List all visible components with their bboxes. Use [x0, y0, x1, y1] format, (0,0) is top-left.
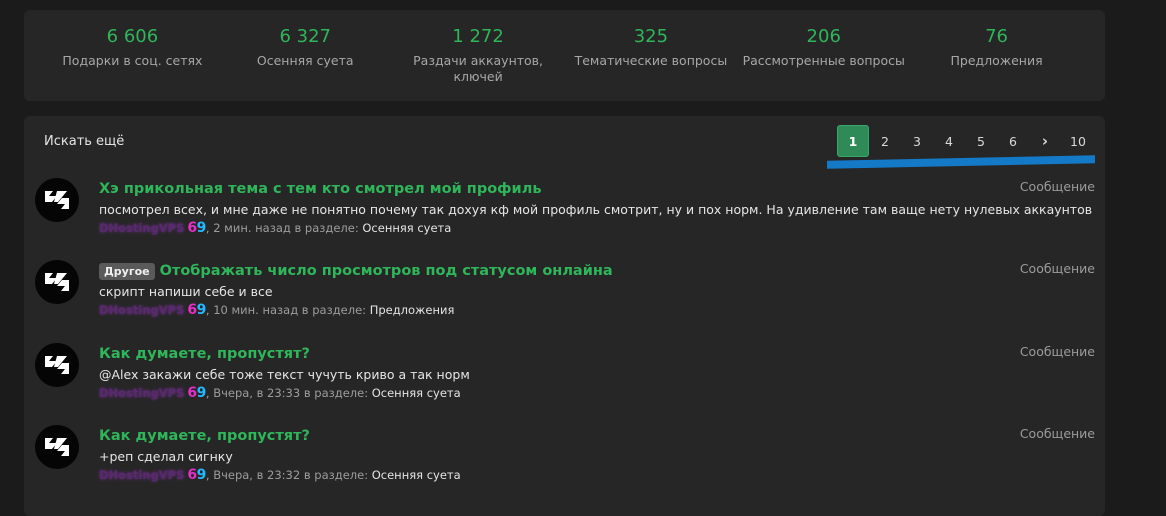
post-title-link[interactable]: Отображать число просмотров под статусом… — [160, 263, 613, 279]
avatar[interactable] — [35, 260, 79, 304]
post-meta: DHostingVPS 69 , Вчера, в 23:33 в раздел… — [99, 385, 461, 401]
stat-item[interactable]: 76 Предложения — [910, 10, 1083, 101]
logo-icon — [45, 356, 69, 374]
page-1-button[interactable]: 1 — [837, 125, 869, 157]
badge-digit: 6 — [187, 302, 197, 318]
badge-digit: 6 — [187, 467, 197, 483]
stat-label: Раздачи аккаунтов, ключей — [413, 53, 544, 84]
page-2-button[interactable]: 2 — [869, 125, 901, 157]
list-item: Как думаете, пропустят? @Alex закажи себ… — [24, 343, 1105, 423]
post-meta: DHostingVPS 69 , 2 мин. назад в разделе:… — [99, 220, 451, 236]
author-link[interactable]: DHostingVPS — [99, 386, 184, 400]
content-type-label: Сообщение — [1019, 344, 1095, 359]
stat-item[interactable]: 325 Тематические вопросы — [564, 10, 737, 101]
user-badge: 69 — [187, 302, 206, 318]
page-6-button[interactable]: 6 — [997, 125, 1029, 157]
post-title-link[interactable]: Как думаете, пропустят? — [99, 346, 310, 362]
avatar[interactable] — [35, 425, 79, 469]
post-snippet: @Alex закажи себе тоже текст чучуть крив… — [99, 367, 470, 382]
user-badge: 69 — [187, 467, 206, 483]
list-item: Другое Отображать число просмотров под с… — [24, 260, 1105, 340]
badge-digit: 9 — [196, 220, 207, 236]
stat-label: Предложения — [950, 53, 1043, 68]
page-4-button[interactable]: 4 — [933, 125, 965, 157]
search-more-link[interactable]: Искать ещё — [44, 134, 124, 149]
prefix-tag[interactable]: Другое — [99, 262, 155, 280]
post-title-line: Как думаете, пропустят? — [99, 425, 310, 447]
last-page-button[interactable]: 10 — [1061, 125, 1095, 157]
author-link[interactable]: DHostingVPS — [99, 221, 184, 235]
stat-count: 1 272 — [452, 26, 504, 47]
search-results-panel: Искать ещё 1 2 3 4 5 6 › 10 Хэ прикольна… — [24, 116, 1105, 516]
logo-icon — [45, 273, 69, 291]
stat-count: 325 — [633, 26, 669, 47]
stat-label: Подарки в соц. сетях — [62, 53, 203, 68]
post-snippet: +реп сделал сигнку — [99, 449, 233, 464]
stat-item[interactable]: 6 606 Подарки в соц. сетях — [46, 10, 219, 101]
post-time: , Вчера, в 23:32 в разделе: — [205, 468, 372, 482]
logo-icon — [45, 438, 69, 456]
list-item: Хэ прикольная тема с тем кто смотрел мой… — [24, 178, 1105, 258]
badge-digit: 9 — [196, 385, 207, 401]
stat-item[interactable]: 206 Рассмотренные вопросы — [737, 10, 910, 101]
stat-item[interactable]: 6 327 Осенняя суета — [219, 10, 392, 101]
badge-digit: 6 — [187, 220, 197, 236]
post-title-line: Как думаете, пропустят? — [99, 343, 310, 365]
pagination: 1 2 3 4 5 6 › 10 — [837, 125, 1095, 157]
author-link[interactable]: DHostingVPS — [99, 303, 184, 317]
section-link[interactable]: Предложения — [370, 303, 455, 317]
content-type-label: Сообщение — [1019, 426, 1095, 441]
post-meta: DHostingVPS 69 , 10 мин. назад в разделе… — [99, 302, 454, 318]
section-link[interactable]: Осенняя суета — [372, 386, 461, 400]
content-type-label: Сообщение — [1019, 179, 1095, 194]
post-snippet: посмотрел всех, и мне даже не понятно по… — [99, 202, 1093, 217]
page-3-button[interactable]: 3 — [901, 125, 933, 157]
badge-digit: 9 — [196, 467, 207, 483]
author-link[interactable]: DHostingVPS — [99, 468, 184, 482]
stat-count: 76 — [985, 26, 1008, 47]
avatar[interactable] — [35, 178, 79, 222]
stat-label: Тематические вопросы — [574, 53, 728, 68]
stat-count: 6 327 — [279, 26, 331, 47]
post-time: , Вчера, в 23:33 в разделе: — [205, 386, 372, 400]
stats-bar: 6 606 Подарки в соц. сетях 6 327 Осенняя… — [24, 10, 1105, 101]
post-snippet: скрипт напиши себе и все — [99, 284, 273, 299]
badge-digit: 9 — [196, 302, 207, 318]
avatar[interactable] — [35, 343, 79, 387]
list-item: Как думаете, пропустят? +реп сделал сигн… — [24, 425, 1105, 505]
section-link[interactable]: Осенняя суета — [362, 221, 451, 235]
post-time: , 10 мин. назад в разделе: — [205, 303, 370, 317]
badge-digit: 6 — [187, 385, 197, 401]
content-type-label: Сообщение — [1019, 261, 1095, 276]
logo-icon — [45, 191, 69, 209]
post-title-link[interactable]: Хэ прикольная тема с тем кто смотрел мой… — [99, 181, 542, 197]
stat-count: 206 — [806, 26, 841, 47]
next-page-chevron-icon[interactable]: › — [1029, 125, 1061, 157]
post-title-link[interactable]: Как думаете, пропустят? — [99, 428, 310, 444]
post-time: , 2 мин. назад в разделе: — [205, 221, 363, 235]
post-meta: DHostingVPS 69 , Вчера, в 23:32 в раздел… — [99, 467, 461, 483]
stat-count: 6 606 — [106, 26, 159, 47]
post-title-line: Другое Отображать число просмотров под с… — [99, 260, 613, 282]
user-badge: 69 — [187, 220, 206, 236]
section-link[interactable]: Осенняя суета — [372, 468, 461, 482]
stat-label: Рассмотренные вопросы — [742, 53, 905, 68]
stat-item[interactable]: 1 272 Раздачи аккаунтов, ключей — [392, 10, 565, 101]
post-title-line: Хэ прикольная тема с тем кто смотрел мой… — [99, 178, 542, 200]
stat-label: Осенняя суета — [256, 53, 354, 68]
page-5-button[interactable]: 5 — [965, 125, 997, 157]
user-badge: 69 — [187, 385, 206, 401]
pagination-underline — [827, 155, 1095, 169]
